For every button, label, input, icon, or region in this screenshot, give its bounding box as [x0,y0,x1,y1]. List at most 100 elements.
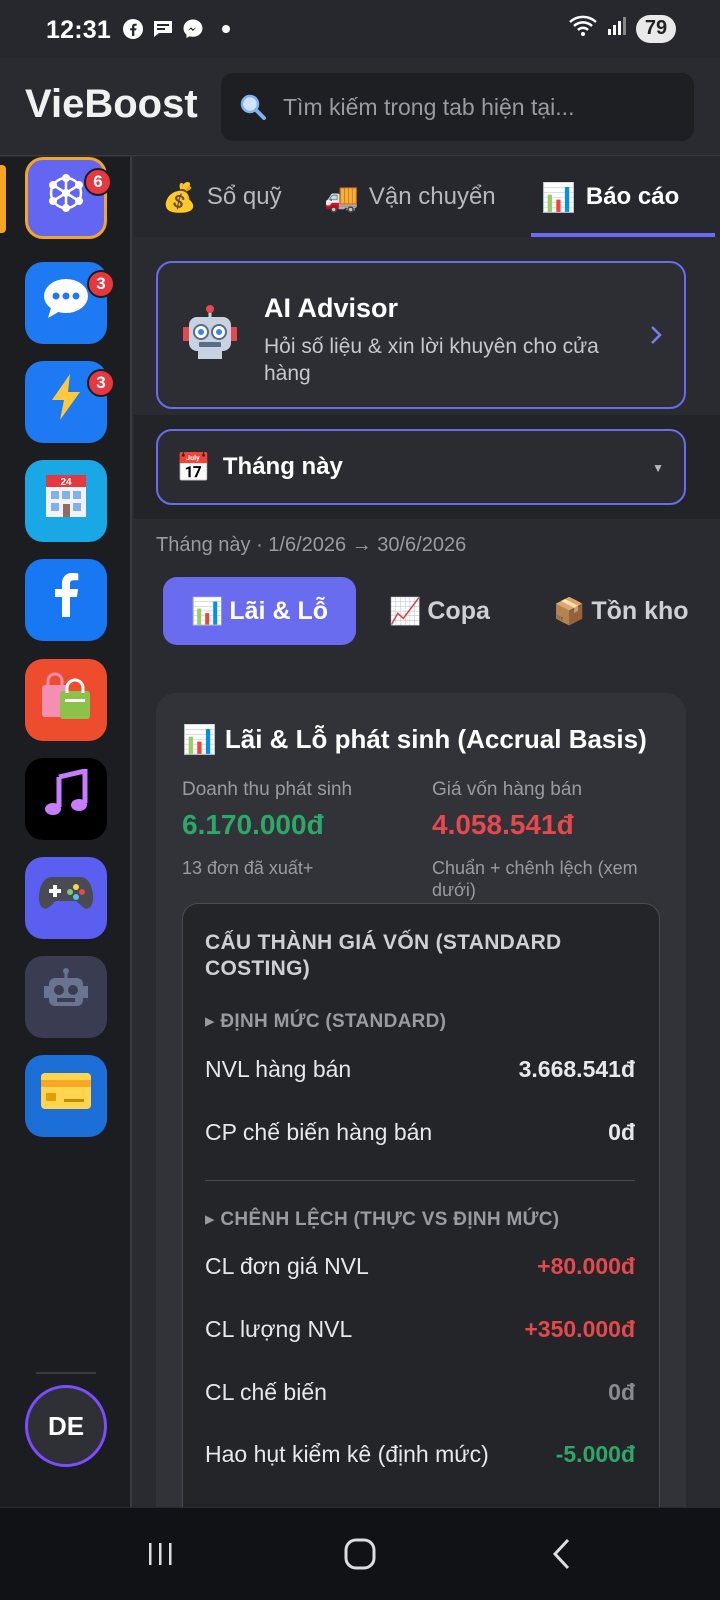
cost-row-label: CP chế biến hàng bán [205,1119,433,1145]
search-icon [239,93,267,121]
variance-row-value: 0đ [608,1379,635,1405]
notification-badge: 3 [87,270,115,298]
notification-badge: 6 [84,168,112,196]
variance-row-value: +80.000đ [537,1253,635,1279]
ai-advisor-description: Hỏi số liệu & xin lời khuyên cho cửa hàn… [264,335,599,385]
tab-shipping[interactable]: 🚚 Vận chuyển [324,157,496,237]
truck-icon: 🚚 [324,181,359,213]
section-divider [205,1180,635,1181]
rail-app-store[interactable]: 24 [25,460,107,542]
cost-row-label: NVL hàng bán [205,1056,352,1082]
facebook-notification-icon [122,18,144,40]
svg-text:24: 24 [60,477,72,488]
messenger-notification-icon [182,18,204,40]
app-rail: 6 3 3 24 DE [0,157,132,1507]
variance-section-heading: ▸ CHÊNH LỆCH (THỰC VS ĐỊNH MỨC) [205,1209,560,1230]
variance-row-label: CL chế biến [205,1379,327,1405]
cogs-label: Giá vốn hàng bán [432,779,583,800]
bar-chart-icon: 📊 [191,595,224,626]
package-icon: 📦 [553,595,586,626]
status-bar: 12:31 79 [0,0,720,58]
network-icon [43,170,89,226]
facebook-icon [51,573,81,627]
top-tabs: 💰 Sổ quỹ 🚚 Vận chuyển 📊 Báo cáo [134,157,720,237]
rail-app-boost[interactable]: 3 [25,361,115,443]
variance-row: CL chế biến 0đ [205,1379,635,1406]
standard-section-heading: ▸ ĐỊNH MỨC (STANDARD) [205,1011,447,1032]
revenue-label: Doanh thu phát sinh [182,779,353,800]
more-notifications-dot [222,25,230,33]
home-button[interactable] [338,1532,382,1576]
period-select[interactable]: 📅 Tháng này ▼ [156,429,686,505]
app-header: VieBoost [0,58,720,156]
tab-label: Sổ quỹ [206,183,282,210]
store-24-icon: 24 [41,471,91,531]
user-avatar[interactable]: DE [25,1385,107,1467]
variance-row: Hao hụt kiểm kê (định mức) -5.000đ [205,1441,635,1468]
credit-card-icon [40,1072,92,1120]
shopping-bags-icon [38,669,94,731]
app-logo[interactable]: VieBoost [25,82,198,127]
subtab-inventory[interactable]: 📦 Tồn kho [553,577,689,645]
variance-row: CL lượng NVL +350.000đ [205,1316,635,1343]
search-input[interactable] [283,93,663,121]
variance-row-value: -5.000đ [555,1441,635,1467]
bar-chart-icon: 📊 [182,724,217,755]
trend-up-icon: 📈 [389,595,422,626]
notification-badge: 3 [87,369,115,397]
variance-row-label: CL đơn giá NVL [205,1253,369,1279]
robot-icon [180,305,240,378]
report-subtabs: 📊 Lãi & Lỗ 📈 Copa 📦 Tồn kho [134,575,720,649]
tab-label: Báo cáo [585,183,680,210]
rail-app-music[interactable] [25,758,107,840]
subtab-label: Lãi & Lỗ [229,596,328,625]
variance-row-label: CL lượng NVL [205,1316,353,1342]
revenue-subtext: 13 đơn đã xuất+ [182,858,314,878]
cost-row-value: 3.668.541đ [518,1056,635,1082]
tab-reports[interactable]: 📊 Báo cáo [541,157,679,237]
rail-active-indicator [0,165,6,233]
back-icon [552,1538,570,1570]
caret-down-icon: ▼ [652,461,664,475]
lightning-icon [46,372,86,432]
period-selected-value: Tháng này [222,453,343,480]
rail-app-card[interactable] [25,1055,107,1137]
subtab-copa[interactable]: 📈 Copa [389,577,490,645]
system-indicators: 79 [568,14,676,43]
rail-app-shop[interactable] [25,659,107,741]
ai-advisor-title: AI Advisor [264,293,399,323]
chevron-right-icon [650,321,662,352]
rail-divider [36,1372,96,1374]
chat-bubble-icon [41,275,91,331]
subtab-label: Copa [427,596,490,625]
wifi-icon [568,14,598,43]
main-content: 💰 Sổ quỹ 🚚 Vận chuyển 📊 Báo cáo AI Advis… [134,157,720,1507]
rail-app-chat[interactable]: 3 [25,262,115,344]
tab-cashbook[interactable]: 💰 Sổ quỹ [162,157,282,237]
cogs-subtext: Chuẩn + chênh lệch (xem dưới) [432,858,638,900]
cost-row: CP chế biến hàng bán 0đ [205,1119,635,1146]
notification-icons [122,18,230,40]
cogs-value: 4.058.541đ [432,809,574,840]
rail-app-game[interactable] [25,857,107,939]
variance-row: CL đơn giá NVL +80.000đ [205,1253,635,1280]
ai-advisor-card[interactable]: AI Advisor Hỏi số liệu & xin lời khuyên … [156,261,686,409]
rail-app-robot[interactable] [25,956,107,1038]
rail-app-hub[interactable]: 6 [25,157,112,239]
rail-app-facebook[interactable] [25,559,107,641]
card-title: 📊 Lãi & Lỗ phát sinh (Accrual Basis) [182,723,647,756]
back-button[interactable] [540,1532,584,1576]
cost-row: NVL hàng bán 3.668.541đ [205,1056,635,1083]
cost-breakdown-box: CẤU THÀNH GIÁ VỐN (STANDARD COSTING) ▸ Đ… [182,903,660,1507]
date-range-text: Tháng này · 1/6/2026 → 30/6/2026 [156,534,467,556]
bar-chart-icon: 📊 [541,181,576,213]
cost-row-value: 0đ [608,1119,635,1145]
money-bag-icon: 💰 [162,181,197,213]
status-time: 12:31 [46,16,111,44]
search-bar[interactable] [221,73,694,141]
active-tab-underline [531,233,715,237]
subtab-profit-loss[interactable]: 📊 Lãi & Lỗ [163,577,356,645]
calendar-icon: 📅 [176,451,211,483]
message-notification-icon [152,18,174,40]
recent-apps-button[interactable] [138,1532,182,1576]
